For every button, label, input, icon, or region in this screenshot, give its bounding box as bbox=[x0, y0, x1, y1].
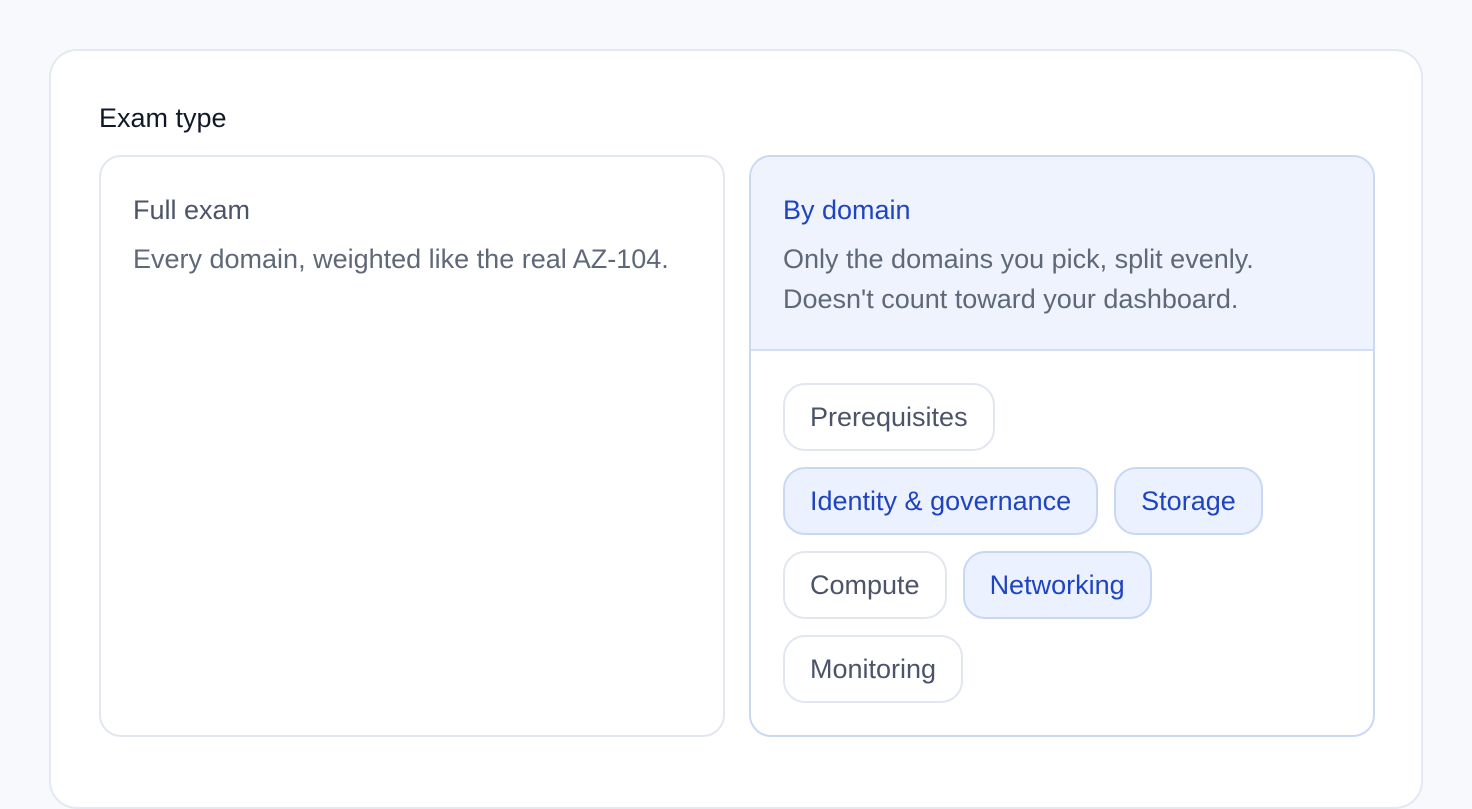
by-domain-description-line2: Doesn't count toward your dashboard. bbox=[783, 284, 1239, 314]
by-domain-title: By domain bbox=[783, 195, 911, 225]
domain-chip-monitoring[interactable]: Monitoring bbox=[783, 635, 964, 703]
domain-chip-networking[interactable]: Networking bbox=[962, 551, 1152, 619]
exam-settings-panel: Exam type Full exam Every domain, weight… bbox=[49, 49, 1423, 809]
chip-row: Identity & governance Storage bbox=[783, 467, 1299, 535]
by-domain-description-line1: Only the domains you pick, split evenly. bbox=[783, 244, 1254, 274]
by-domain-description: Only the domains you pick, split evenly.… bbox=[783, 239, 1341, 319]
full-exam-header: Full exam Every domain, weighted like th… bbox=[101, 157, 723, 279]
by-domain-option[interactable]: By domain Only the domains you pick, spl… bbox=[749, 155, 1375, 737]
full-exam-option[interactable]: Full exam Every domain, weighted like th… bbox=[99, 155, 725, 737]
chip-row: Prerequisites bbox=[783, 383, 1299, 451]
domain-chip-identity-governance[interactable]: Identity & governance bbox=[783, 467, 1099, 535]
full-exam-description: Every domain, weighted like the real AZ-… bbox=[133, 244, 669, 274]
exam-type-label: Exam type bbox=[99, 103, 227, 133]
domain-chip-compute[interactable]: Compute bbox=[783, 551, 947, 619]
domain-chip-prerequisites[interactable]: Prerequisites bbox=[783, 383, 995, 451]
domain-chip-list: Prerequisites Identity & governance Stor… bbox=[751, 351, 1331, 703]
chip-row: Compute Networking bbox=[783, 551, 1299, 619]
full-exam-title: Full exam bbox=[133, 195, 251, 225]
by-domain-header: By domain Only the domains you pick, spl… bbox=[751, 157, 1373, 351]
domain-chip-storage[interactable]: Storage bbox=[1114, 467, 1263, 535]
chip-row: Monitoring bbox=[783, 635, 1299, 703]
